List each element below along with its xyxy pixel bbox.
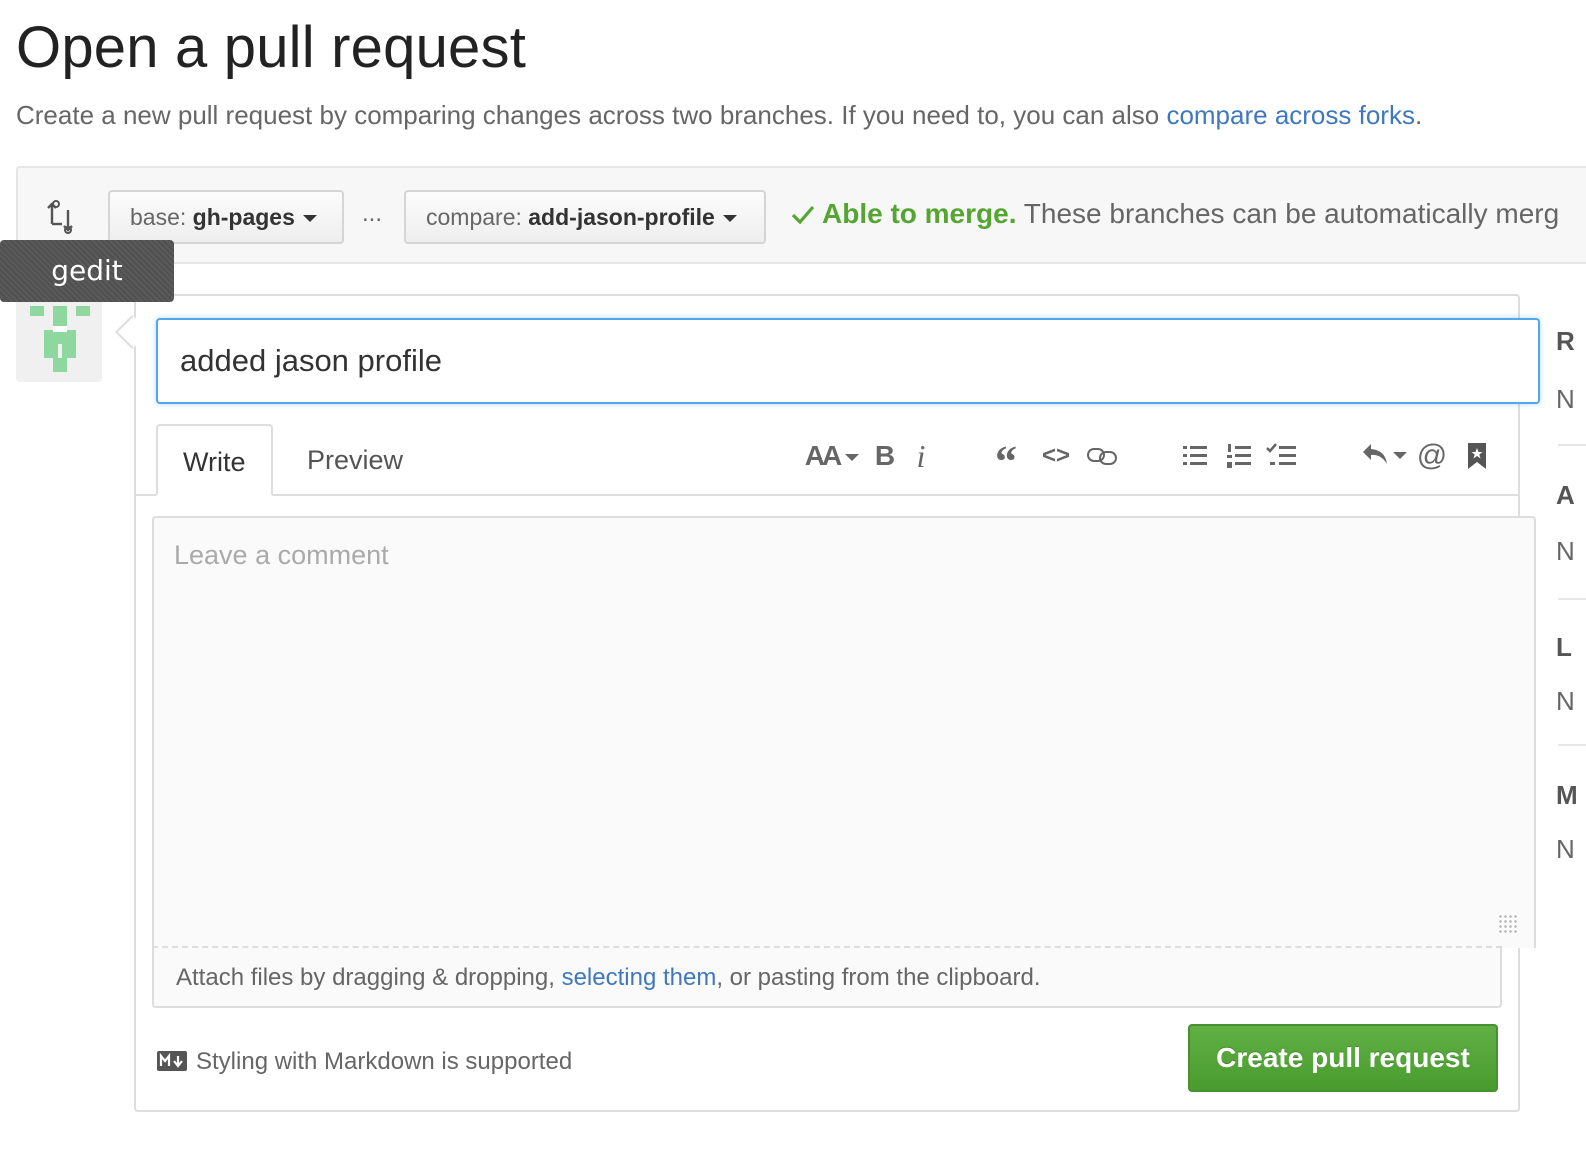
range-separator: ...: [362, 200, 383, 227]
subtitle-text: Create a new pull request by comparing c…: [16, 100, 1167, 130]
sidebar-heading-labels[interactable]: L: [1556, 632, 1572, 663]
markdown-note-text: Styling with Markdown is supported: [196, 1048, 573, 1075]
resize-handle[interactable]: [1498, 914, 1518, 934]
link-icon: [1087, 448, 1117, 465]
chevron-down-icon: [722, 215, 737, 223]
comment-textarea[interactable]: Leave a comment: [152, 516, 1536, 948]
sidebar-value-reviewers: N: [1556, 384, 1575, 414]
task-list-button[interactable]: [1264, 436, 1300, 476]
sidebar-heading-assignees[interactable]: A: [1556, 480, 1575, 511]
check-icon: [791, 205, 815, 224]
merge-message: These branches can be automatically merg: [1023, 198, 1560, 229]
sidebar-value-assignees: N: [1556, 536, 1575, 566]
subtitle-period: .: [1414, 100, 1423, 130]
sidebar-heading-milestone[interactable]: M: [1556, 780, 1578, 811]
sidebar-divider: [1558, 444, 1586, 446]
ordered-list-button[interactable]: [1222, 436, 1256, 476]
unordered-list-icon: [1183, 446, 1207, 465]
tab-write[interactable]: Write: [156, 424, 273, 496]
file-attach-bar[interactable]: Attach files by dragging & dropping, sel…: [152, 946, 1502, 1008]
sidebar-value-labels: N: [1556, 686, 1575, 716]
compare-branch-name: add-jason-profile: [528, 204, 715, 230]
comment-placeholder: Leave a comment: [174, 540, 389, 570]
italic-button[interactable]: i: [908, 436, 934, 476]
reply-button[interactable]: [1360, 436, 1408, 476]
ordered-list-icon: [1227, 444, 1251, 468]
merge-ok-label: Able to merge.: [822, 198, 1017, 229]
header-text-label: AA: [804, 440, 842, 471]
base-prefix: base:: [130, 204, 187, 230]
chevron-down-icon: [845, 454, 860, 462]
sidebar-divider: [1558, 598, 1586, 600]
bookmark-button[interactable]: [1462, 436, 1492, 476]
sidebar-heading-reviewers[interactable]: R: [1556, 326, 1575, 357]
merge-status: Able to merge. These branches can be aut…: [790, 198, 1559, 230]
select-files-link[interactable]: selecting them: [562, 964, 717, 991]
mention-button[interactable]: @: [1414, 436, 1450, 476]
avatar[interactable]: [16, 296, 102, 382]
base-branch-name: gh-pages: [192, 204, 295, 230]
branch-range-editor: base: gh-pages ... compare: add-jason-pr…: [16, 166, 1586, 264]
attach-text-suffix: , or pasting from the clipboard.: [716, 964, 1041, 991]
compare-prefix: compare:: [426, 204, 522, 230]
bold-button[interactable]: B: [870, 436, 900, 476]
attach-text: Attach files by dragging & dropping,: [176, 964, 562, 991]
tab-preview[interactable]: Preview: [282, 424, 428, 496]
code-button[interactable]: <>: [1036, 436, 1076, 476]
git-compare-icon: [46, 200, 80, 234]
markdown-icon: [157, 1050, 187, 1071]
pr-title-input[interactable]: added jason profile: [156, 318, 1540, 404]
page-title: Open a pull request: [16, 15, 527, 80]
chevron-down-icon: [302, 215, 317, 223]
unordered-list-button[interactable]: [1178, 436, 1212, 476]
sidebar-divider: [1558, 744, 1586, 746]
task-list-icon: [1266, 443, 1296, 465]
create-pull-request-button[interactable]: Create pull request: [1188, 1024, 1498, 1092]
gedit-tooltip: gedit: [0, 240, 174, 302]
markdown-help[interactable]: Styling with Markdown is supported: [156, 1044, 572, 1080]
reply-icon: [1363, 444, 1387, 464]
bookmark-icon: [1468, 443, 1486, 469]
chevron-down-icon: [1393, 452, 1407, 459]
link-button[interactable]: [1082, 436, 1122, 476]
sidebar-value-milestone: N: [1556, 834, 1575, 864]
base-branch-select[interactable]: base: gh-pages: [108, 190, 344, 244]
compare-across-forks-link[interactable]: compare across forks: [1166, 100, 1415, 130]
compare-branch-select[interactable]: compare: add-jason-profile: [404, 190, 766, 244]
header-text-button[interactable]: AA: [804, 436, 860, 476]
page-subtitle: Create a new pull request by comparing c…: [16, 100, 1422, 131]
quote-button[interactable]: “: [986, 436, 1026, 486]
